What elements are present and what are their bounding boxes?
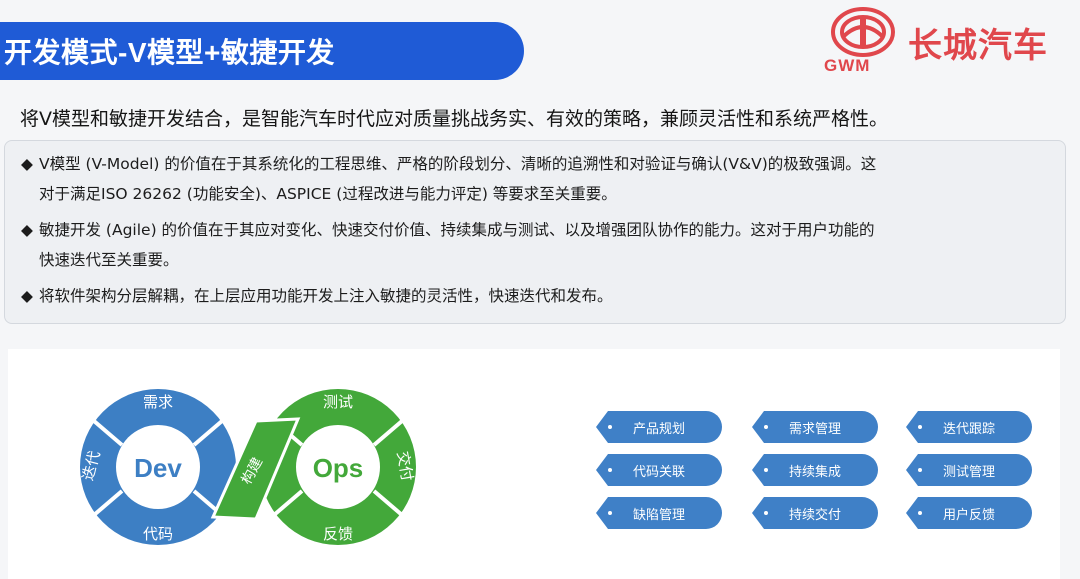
ops-label: Ops — [313, 453, 364, 483]
gwm-logo: GWM 长城汽车 — [822, 4, 1072, 78]
intro-text: 将V模型和敏捷开发结合，是智能汽车时代应对质量挑战务实、有效的策略，兼顾灵活性和… — [20, 108, 889, 130]
tag-iteration-tracking[interactable]: 迭代跟踪 — [906, 411, 1032, 443]
tag-defect-management[interactable]: 缺陷管理 — [596, 497, 722, 529]
tag-label: 持续交付 — [788, 507, 841, 523]
tag-label: 代码关联 — [632, 464, 685, 480]
tag-product-planning[interactable]: 产品规划 — [596, 411, 722, 443]
devops-infinity-diagram: Dev Ops 需求 迭代 代码 测试 交付 反馈 构建 — [79, 389, 416, 545]
gwm-emblem-icon — [831, 7, 895, 57]
page-title: 开发模式-V模型+敏捷开发 — [4, 37, 335, 68]
bullet-line: V模型 (V-Model) 的价值在于其系统化的工程思维、严格的阶段划分、清晰的… — [39, 155, 877, 173]
dev-segment-label: 需求 — [143, 393, 173, 411]
dev-segment-label: 代码 — [143, 525, 173, 543]
bullet-line: 对于满足ISO 26262 (功能安全)、ASPICE (过程改进与能力评定) … — [39, 185, 617, 203]
tag-label: 持续集成 — [788, 464, 841, 480]
tag-test-management[interactable]: 测试管理 — [906, 454, 1032, 486]
tag-code-association[interactable]: 代码关联 — [596, 454, 722, 486]
bullet-box: ◆ V模型 (V-Model) 的价值在于其系统化的工程思维、严格的阶段划分、清晰… — [4, 140, 1066, 324]
devops-panel: Dev Ops 需求 迭代 代码 测试 交付 反馈 构建 产品规划 需求管理 迭… — [8, 349, 1060, 579]
bullet-v-model: ◆ V模型 (V-Model) 的价值在于其系统化的工程思维、严格的阶段划分、清晰… — [21, 149, 1051, 209]
ops-segment-label: 反馈 — [323, 525, 353, 543]
tag-requirement-management[interactable]: 需求管理 — [752, 411, 878, 443]
tag-label: 产品规划 — [632, 421, 685, 437]
tag-label: 测试管理 — [942, 464, 995, 480]
diamond-bullet-icon: ◆ — [21, 221, 33, 239]
logo-text-en: GWM — [824, 56, 871, 75]
tag-label: 迭代跟踪 — [942, 421, 995, 437]
tag-user-feedback[interactable]: 用户反馈 — [906, 497, 1032, 529]
bullet-line: 敏捷开发 (Agile) 的价值在于其应对变化、快速交付价值、持续集成与测试、以… — [39, 221, 875, 239]
diamond-bullet-icon: ◆ — [21, 155, 33, 173]
title-banner: 开发模式-V模型+敏捷开发 — [0, 22, 524, 80]
logo-text-cn: 长城汽车 — [908, 26, 1048, 66]
bullet-agile: ◆ 敏捷开发 (Agile) 的价值在于其应对变化、快速交付价值、持续集成与测试、… — [21, 215, 1051, 275]
diamond-bullet-icon: ◆ — [21, 287, 33, 305]
bullet-line: 将软件架构分层解耦，在上层应用功能开发上注入敏捷的灵活性，快速迭代和发布。 — [39, 287, 613, 305]
tag-label: 需求管理 — [788, 421, 841, 437]
dev-label: Dev — [134, 453, 182, 483]
tag-continuous-delivery[interactable]: 持续交付 — [752, 497, 878, 529]
tag-label: 缺陷管理 — [632, 507, 685, 523]
tag-label: 用户反馈 — [942, 507, 995, 523]
bullet-architecture: ◆ 将软件架构分层解耦，在上层应用功能开发上注入敏捷的灵活性，快速迭代和发布。 — [21, 281, 1051, 311]
ops-segment-label: 测试 — [323, 393, 353, 411]
bullet-line: 快速迭代至关重要。 — [39, 251, 179, 269]
tag-continuous-integration[interactable]: 持续集成 — [752, 454, 878, 486]
